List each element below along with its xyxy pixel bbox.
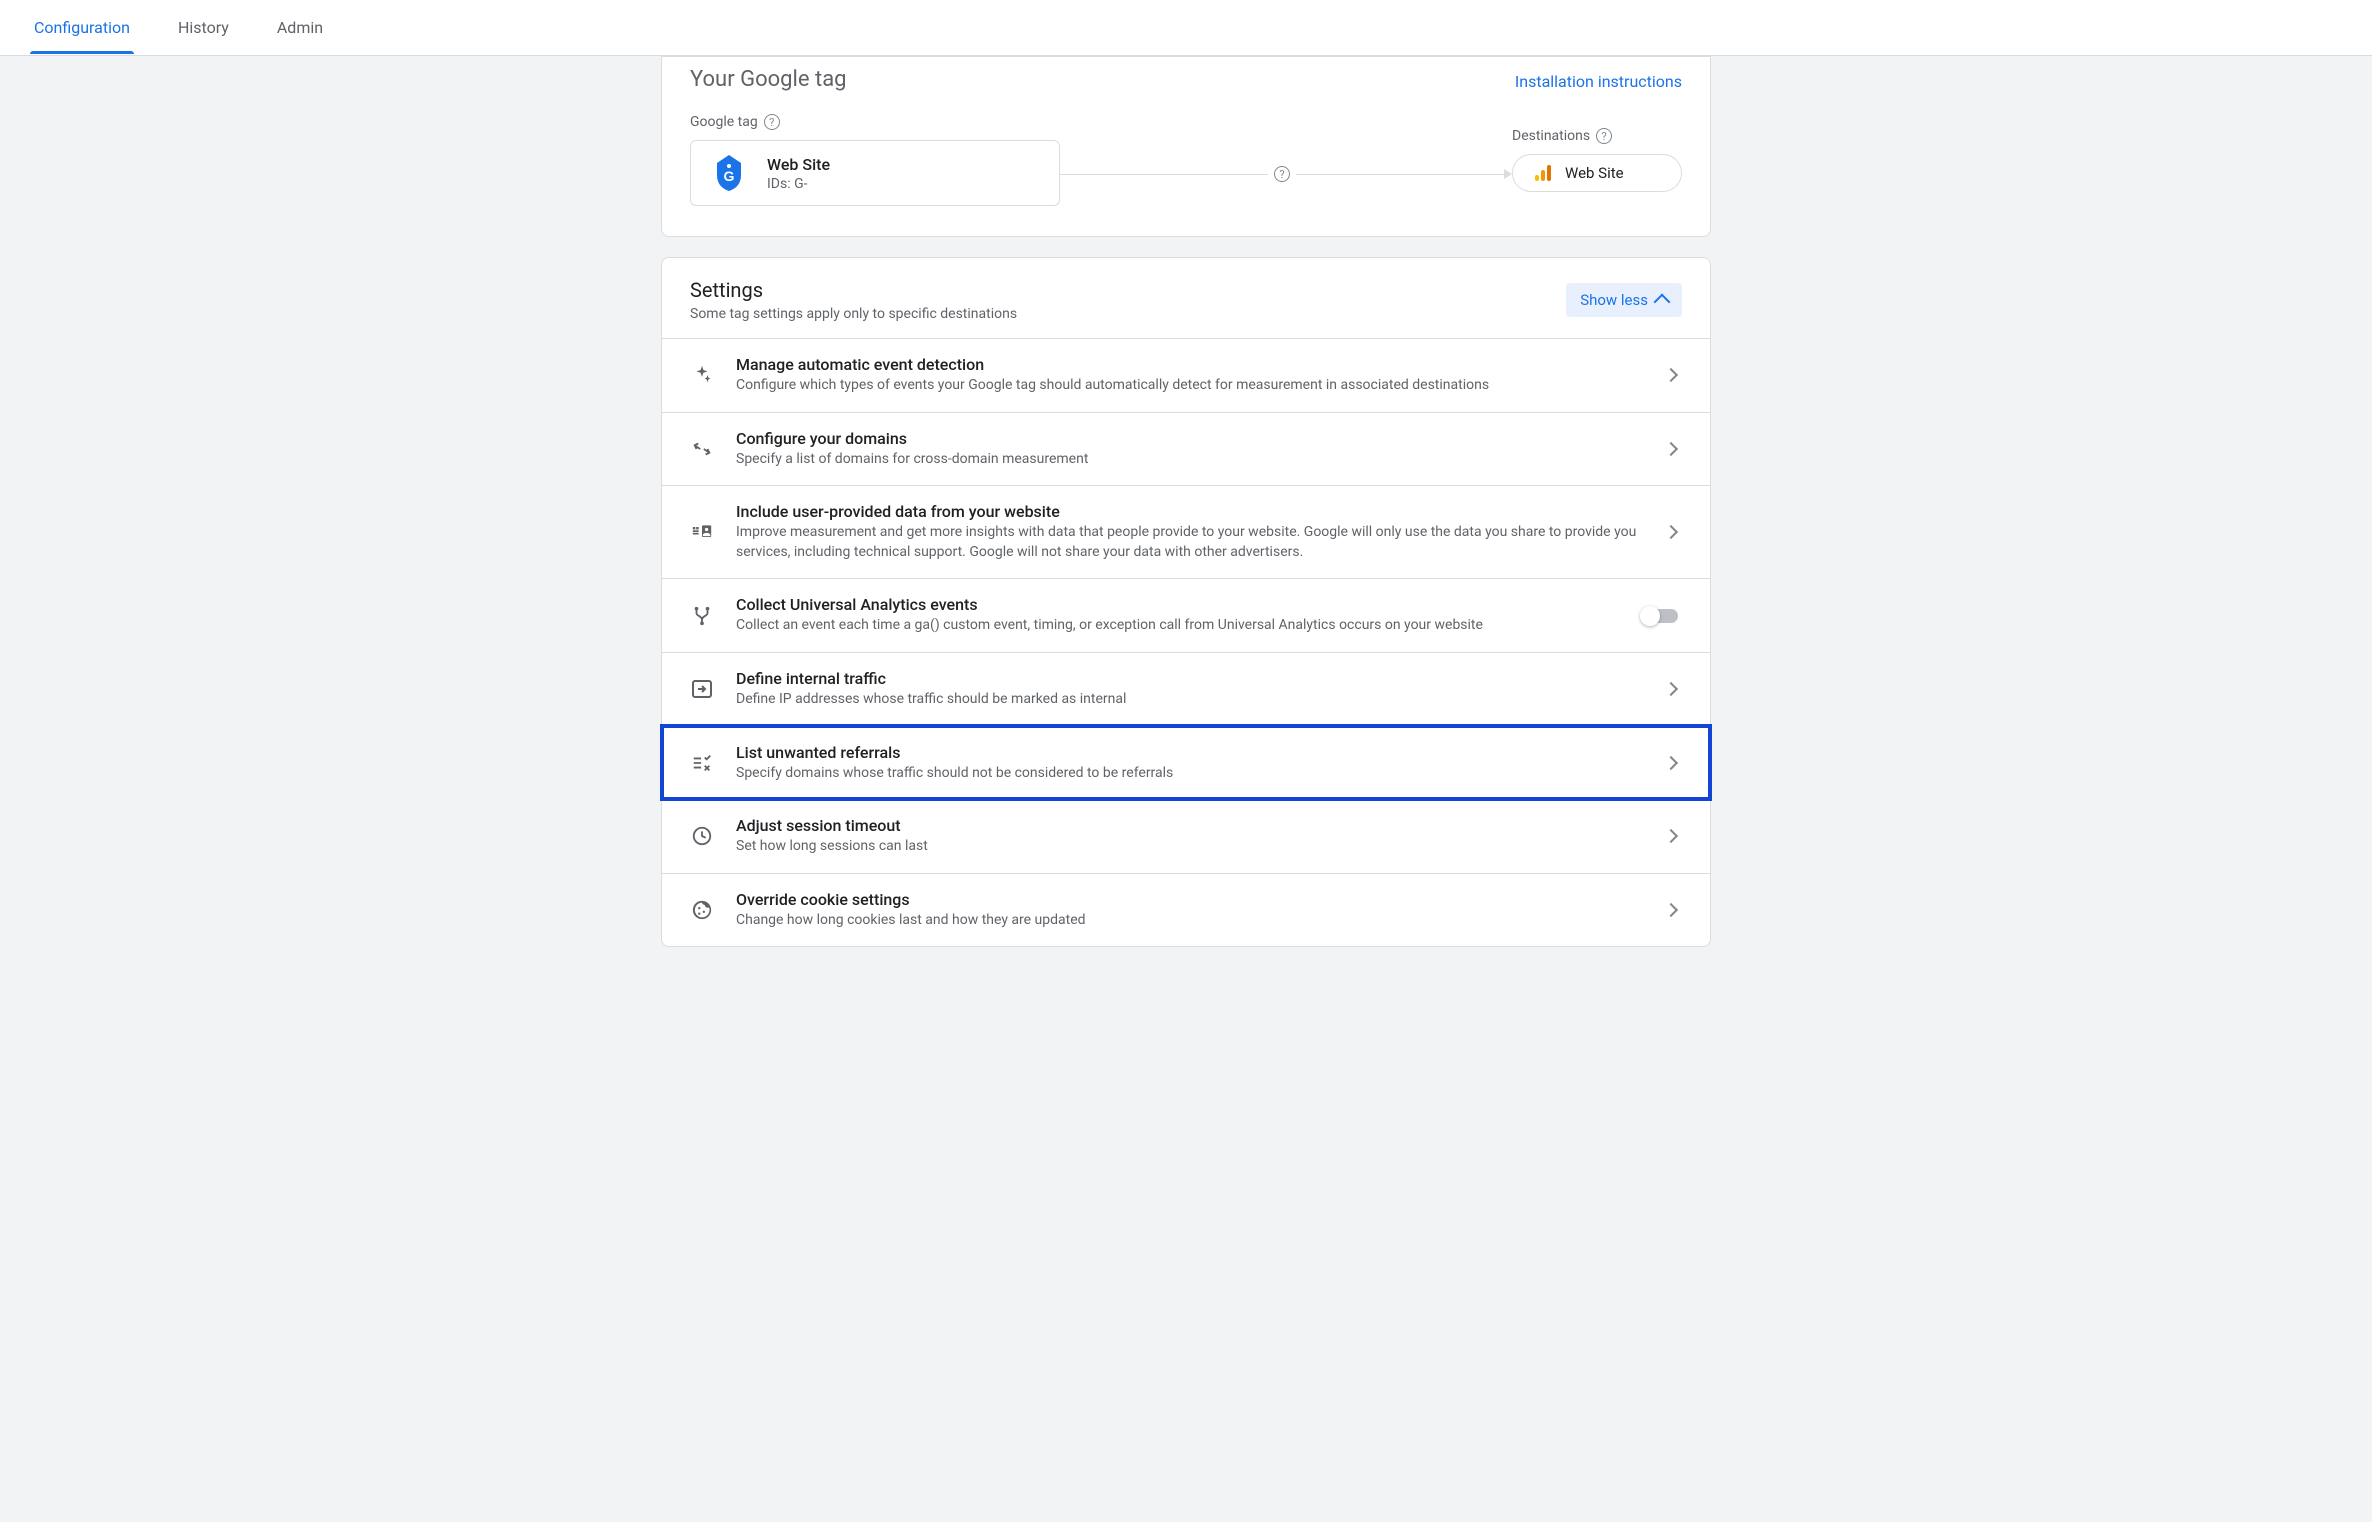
google-tag-box[interactable]: G Web Site IDs: G- (690, 140, 1060, 206)
svg-text:G: G (724, 168, 735, 184)
setting-title: Override cookie settings (736, 890, 1644, 909)
setting-title: Manage automatic event detection (736, 355, 1644, 374)
chevron-right-icon (1664, 903, 1678, 917)
arrows-merge-icon (690, 437, 714, 461)
top-tabs: Configuration History Admin (0, 0, 2372, 56)
setting-row-domains[interactable]: Configure your domains Specify a list of… (662, 412, 1710, 486)
setting-desc: Define IP addresses whose traffic should… (736, 690, 1644, 710)
google-tag-card: Your Google tag Installation instruction… (661, 56, 1711, 237)
setting-row-session-timeout[interactable]: Adjust session timeout Set how long sess… (662, 799, 1710, 873)
user-data-icon (690, 520, 714, 544)
chevron-right-icon (1664, 368, 1678, 382)
setting-desc: Collect an event each time a ga() custom… (736, 616, 1620, 636)
google-tag-label: Google tag (690, 114, 758, 130)
setting-desc: Change how long cookies last and how the… (736, 911, 1644, 931)
help-icon[interactable]: ? (764, 114, 780, 130)
analytics-icon (1533, 163, 1553, 183)
settings-card: Settings Some tag settings apply only to… (661, 257, 1711, 947)
setting-desc: Improve measurement and get more insight… (736, 523, 1644, 562)
destination-chip[interactable]: Web Site (1512, 154, 1682, 192)
fork-icon (690, 604, 714, 628)
setting-row-ua-events[interactable]: Collect Universal Analytics events Colle… (662, 578, 1710, 652)
chevron-right-icon (1664, 442, 1678, 456)
installation-instructions-link[interactable]: Installation instructions (1515, 72, 1682, 91)
connector-line: ? (1060, 138, 1512, 182)
setting-title: Configure your domains (736, 429, 1644, 448)
internal-traffic-icon (690, 677, 714, 701)
setting-title: Define internal traffic (736, 669, 1644, 688)
setting-row-auto-event[interactable]: Manage automatic event detection Configu… (662, 338, 1710, 412)
google-tag-name: Web Site (767, 155, 830, 174)
settings-title: Settings (690, 278, 1017, 302)
setting-title: Adjust session timeout (736, 816, 1644, 835)
chevron-right-icon (1664, 525, 1678, 539)
setting-desc: Configure which types of events your Goo… (736, 376, 1644, 396)
chevron-right-icon (1664, 756, 1678, 770)
google-tag-title: Your Google tag (690, 67, 847, 96)
toggle-ua-events[interactable] (1642, 609, 1678, 623)
settings-subtitle: Some tag settings apply only to specific… (690, 306, 1017, 322)
chevron-right-icon (1664, 829, 1678, 843)
clock-icon (690, 824, 714, 848)
setting-title: List unwanted referrals (736, 743, 1644, 762)
setting-desc: Set how long sessions can last (736, 837, 1644, 857)
setting-title: Collect Universal Analytics events (736, 595, 1620, 614)
tab-admin[interactable]: Admin (273, 2, 327, 53)
cookie-icon (690, 898, 714, 922)
setting-row-cookie-settings[interactable]: Override cookie settings Change how long… (662, 873, 1710, 947)
google-tag-icon: G (711, 153, 747, 193)
help-icon[interactable]: ? (1596, 128, 1612, 144)
chevron-right-icon (1664, 682, 1678, 696)
setting-desc: Specify domains whose traffic should not… (736, 764, 1644, 784)
destination-name: Web Site (1565, 164, 1624, 182)
destinations-label: Destinations (1512, 128, 1590, 144)
setting-row-user-data[interactable]: Include user-provided data from your web… (662, 485, 1710, 578)
chevron-up-icon (1654, 294, 1671, 311)
google-tag-ids: IDs: G- (767, 176, 830, 192)
sparkle-icon (690, 363, 714, 387)
setting-desc: Specify a list of domains for cross-doma… (736, 450, 1644, 470)
show-less-button[interactable]: Show less (1566, 283, 1682, 317)
tab-history[interactable]: History (174, 2, 233, 53)
setting-row-unwanted-referrals[interactable]: List unwanted referrals Specify domains … (662, 726, 1710, 800)
tab-configuration[interactable]: Configuration (30, 2, 134, 53)
setting-row-internal-traffic[interactable]: Define internal traffic Define IP addres… (662, 652, 1710, 726)
checklist-icon (690, 751, 714, 775)
help-icon[interactable]: ? (1274, 166, 1290, 182)
setting-title: Include user-provided data from your web… (736, 502, 1644, 521)
